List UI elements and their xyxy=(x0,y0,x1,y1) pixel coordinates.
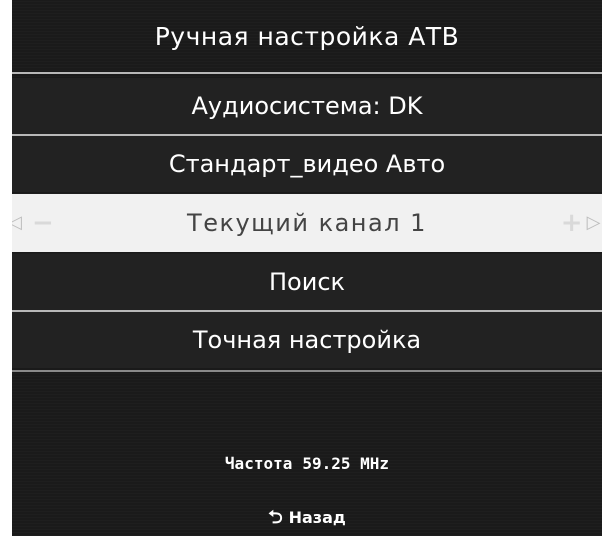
menu-item-label: Текущий канал 1 xyxy=(187,209,427,237)
left-arrow-icon[interactable]: ◁ xyxy=(12,214,23,232)
menu-item-label: Аудиосистема: DK xyxy=(191,92,423,120)
divider xyxy=(12,72,602,74)
menu-item-label: Точная настройка xyxy=(192,326,422,354)
frequency-label: Частота xyxy=(224,454,293,473)
return-arrow-icon: ⮌ xyxy=(268,506,283,528)
menu-item-video-standard[interactable]: Стандарт_видео Авто xyxy=(12,136,602,192)
right-arrow-icon[interactable]: ▷ xyxy=(587,214,602,232)
menu-item-current-channel[interactable]: ◁ − Текущий канал 1 + ▷ xyxy=(12,194,602,252)
tv-menu-screen: Ручная настройка АТВ Аудиосистема: DK Ст… xyxy=(12,0,602,536)
frequency-readout: Частота 59.25 MHz xyxy=(12,454,602,473)
plus-icon[interactable]: + xyxy=(561,210,584,236)
menu-item-label: Стандарт_видео Авто xyxy=(168,150,446,178)
minus-icon[interactable]: − xyxy=(32,210,55,236)
divider xyxy=(12,370,602,372)
menu-title: Ручная настройка АТВ xyxy=(12,0,602,72)
back-button[interactable]: ⮌ Назад xyxy=(12,508,602,527)
menu-item-search[interactable]: Поиск xyxy=(12,254,602,310)
menu-item-fine-tuning[interactable]: Точная настройка xyxy=(12,312,602,368)
menu-title-text: Ручная настройка АТВ xyxy=(154,21,460,51)
frequency-value: 59.25 MHz xyxy=(302,454,390,473)
menu-item-label: Поиск xyxy=(268,268,346,296)
back-label: Назад xyxy=(288,508,346,527)
menu-item-audio-system[interactable]: Аудиосистема: DK xyxy=(12,78,602,134)
